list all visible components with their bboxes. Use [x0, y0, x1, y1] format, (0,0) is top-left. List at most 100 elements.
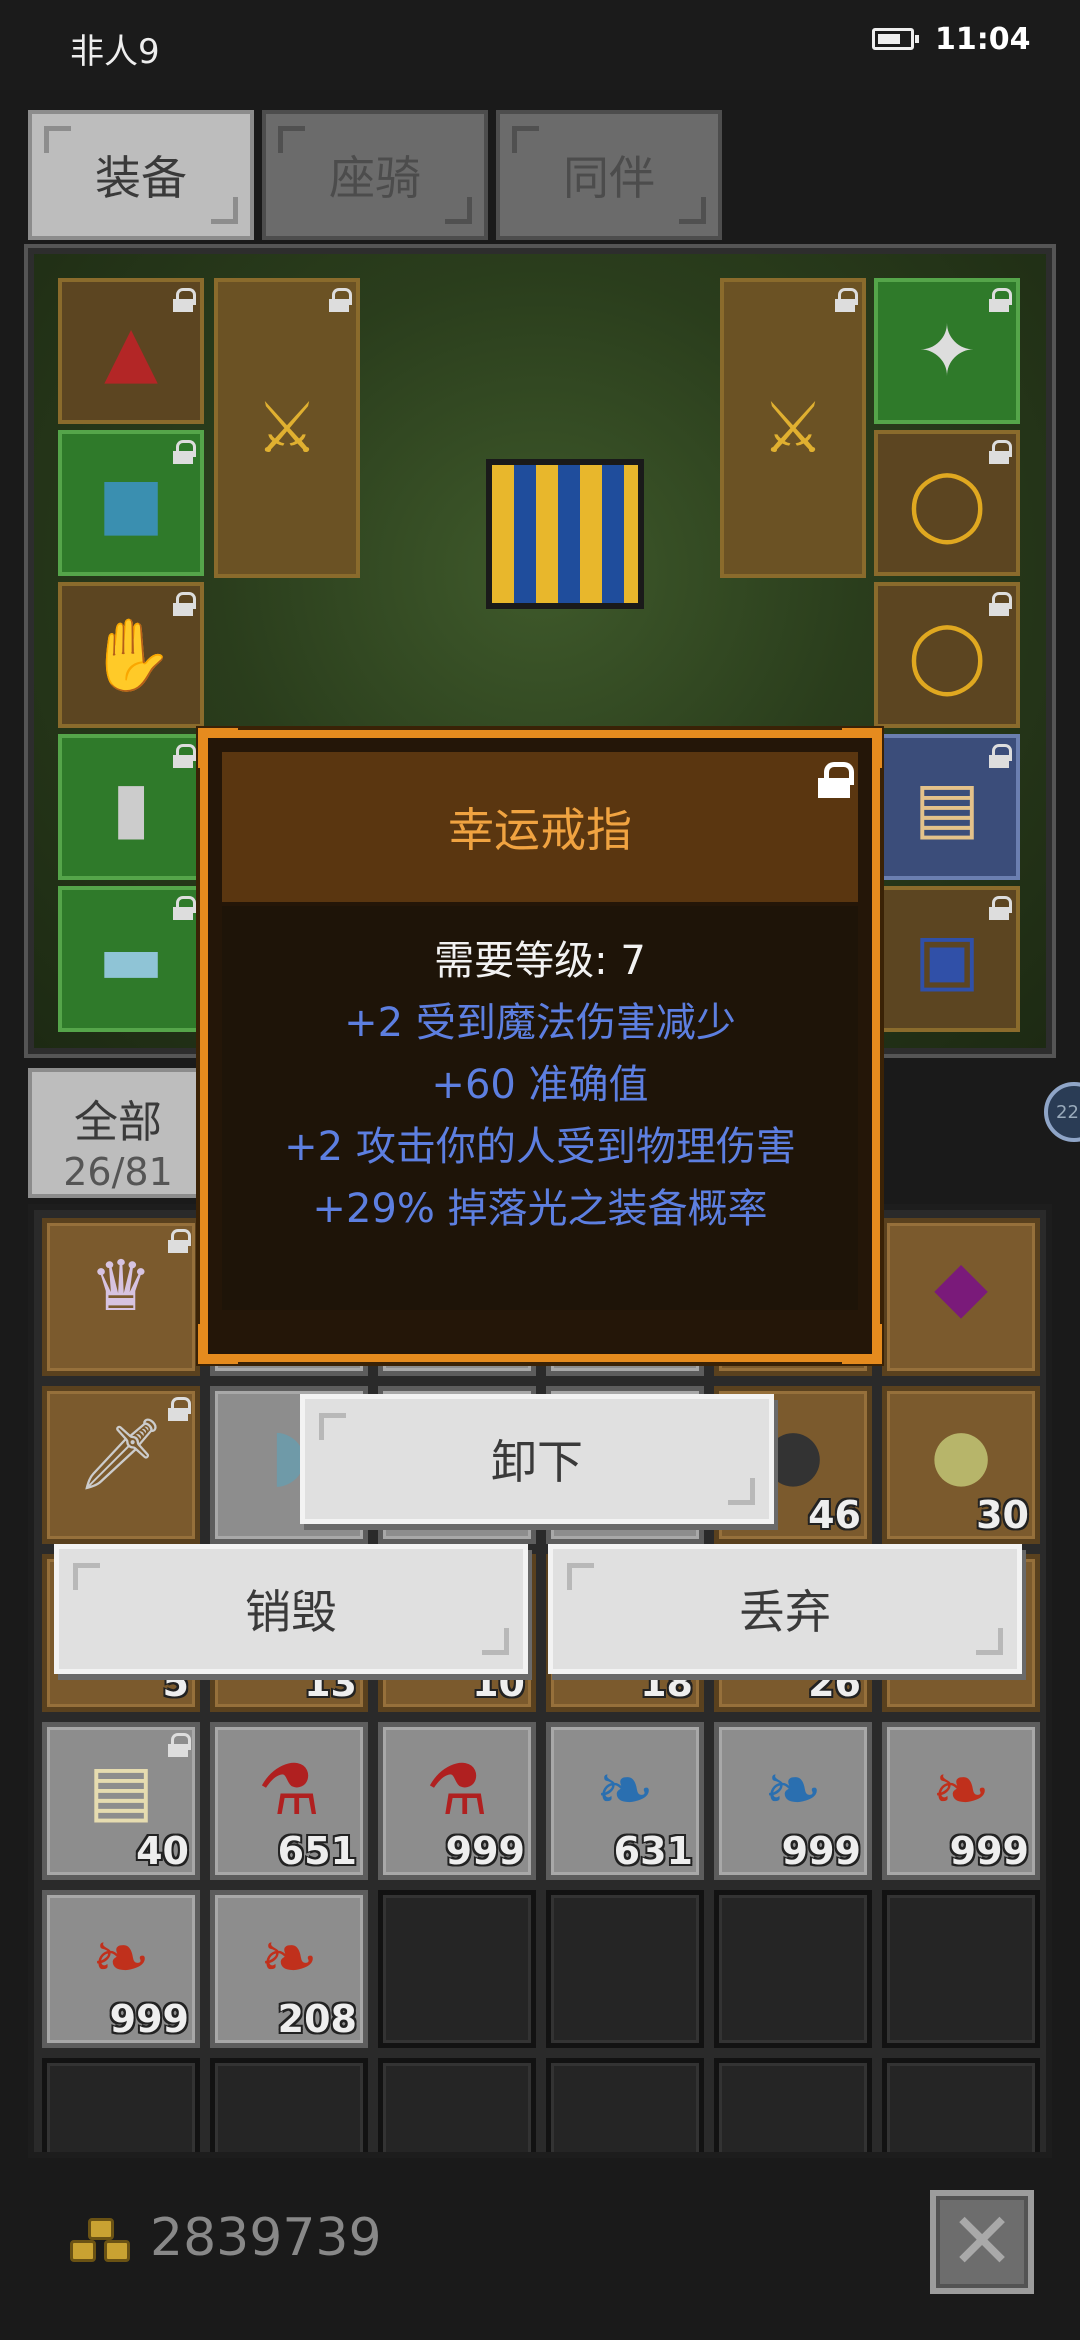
lock-icon: [172, 288, 196, 312]
glove-slot[interactable]: ✋: [58, 582, 204, 728]
inventory-slot-empty[interactable]: [882, 1890, 1040, 2048]
item-name: 幸运戒指: [448, 803, 632, 857]
gold-amount: 2839739: [150, 2208, 382, 2268]
sword-icon: ⚔: [761, 387, 825, 469]
tooltip-body: 需要等级: 7 +2 受到魔法伤害减少 +60 准确值 +2 攻击你的人受到物理…: [222, 906, 858, 1310]
glove-icon: ✋: [87, 614, 175, 696]
inventory-slot[interactable]: ▤ 40: [42, 1722, 200, 1880]
hat-icon: ▲: [104, 310, 158, 392]
inventory-slot-empty[interactable]: [546, 1890, 704, 2048]
lock-icon: [167, 1229, 191, 1253]
lock-icon: [172, 896, 196, 920]
item-tooltip: 幸运戒指 需要等级: 7 +2 受到魔法伤害减少 +60 准确值 +2 攻击你的…: [198, 728, 882, 1364]
scroll-slot[interactable]: ▤: [874, 734, 1020, 880]
weapon-slot-right[interactable]: ⚔: [720, 278, 866, 578]
discard-button[interactable]: 丢弃: [548, 1544, 1022, 1674]
tooltip-corner: [842, 1324, 882, 1364]
inventory-slot[interactable]: ◆: [882, 1218, 1040, 1376]
chest-icon: ▣: [913, 918, 981, 1000]
gold-coins-icon: [70, 2218, 134, 2268]
lock-icon: [988, 744, 1012, 768]
inventory-slot-empty[interactable]: [378, 1890, 536, 2048]
item-quantity: 46: [808, 1493, 861, 1537]
carrier-name: 非人9: [70, 32, 160, 72]
item-quantity: 631: [613, 1829, 693, 1873]
item-quantity: 999: [781, 1829, 861, 1873]
inventory-slot[interactable]: ❧ 999: [882, 1722, 1040, 1880]
amulet-icon: ✦: [917, 310, 977, 392]
ring-icon: ◯: [907, 614, 987, 696]
clock: 11:04: [935, 22, 1031, 57]
inventory-slot[interactable]: 🗡: [42, 1386, 200, 1544]
close-button[interactable]: ✕: [930, 2190, 1034, 2294]
tooltip-corner: [198, 1324, 238, 1364]
side-badge[interactable]: 22: [1044, 1082, 1080, 1142]
lock-icon: [172, 440, 196, 464]
ring-slot-1[interactable]: ◯: [874, 430, 1020, 576]
lock-icon: [328, 288, 352, 312]
battery-icon: [872, 28, 919, 50]
ring-slot-2[interactable]: ◯: [874, 582, 1020, 728]
belt-slot[interactable]: ▬: [58, 886, 204, 1032]
inventory-slot-empty[interactable]: [210, 2058, 368, 2152]
inventory-slot[interactable]: ❧ 631: [546, 1722, 704, 1880]
lock-icon[interactable]: [818, 762, 854, 798]
tab-mount[interactable]: 座骑: [262, 110, 488, 240]
lock-icon: [988, 896, 1012, 920]
inventory-slot[interactable]: ❧ 999: [42, 1890, 200, 2048]
inventory-slot[interactable]: ♛: [42, 1218, 200, 1376]
lock-icon: [834, 288, 858, 312]
inventory-slot-empty[interactable]: [378, 2058, 536, 2152]
chest-slot[interactable]: ▣: [874, 886, 1020, 1032]
armor-icon: ■: [97, 462, 165, 544]
item-quantity: 651: [277, 1829, 357, 1873]
lock-icon: [988, 592, 1012, 616]
inventory-slot[interactable]: ⚗ 651: [210, 1722, 368, 1880]
inventory-filter-tab[interactable]: 全部 26/81: [28, 1068, 208, 1198]
potion-icon: ⚗: [425, 1749, 489, 1831]
inventory-slot[interactable]: ● 30: [882, 1386, 1040, 1544]
ring-icon: ◯: [907, 462, 987, 544]
portrait-icon: ♛: [89, 1245, 153, 1327]
scroll-icon: ▤: [913, 766, 981, 848]
unequip-button[interactable]: 卸下: [300, 1394, 774, 1524]
armor-slot[interactable]: ■: [58, 430, 204, 576]
tab-equipment[interactable]: 装备: [28, 110, 254, 240]
hat-slot[interactable]: ▲: [58, 278, 204, 424]
weapon-slot-left[interactable]: ⚔: [214, 278, 360, 578]
tab-companion[interactable]: 同伴: [496, 110, 722, 240]
lock-icon: [172, 592, 196, 616]
inventory-count: 26/81: [63, 1150, 173, 1194]
item-quantity: 999: [109, 1997, 189, 2041]
lock-icon: [167, 1397, 191, 1421]
item-quantity: 40: [136, 1829, 189, 1873]
lock-icon: [172, 744, 196, 768]
inventory-slot-empty[interactable]: [714, 2058, 872, 2152]
blue-feather-icon: ❧: [595, 1749, 655, 1831]
item-stat: +2 受到魔法伤害减少: [344, 1000, 736, 1046]
inventory-slot[interactable]: ❧ 999: [714, 1722, 872, 1880]
blue-feather-icon: ❧: [763, 1749, 823, 1831]
scroll-icon: ▤: [87, 1749, 155, 1831]
item-stat: +2 攻击你的人受到物理伤害: [284, 1124, 796, 1170]
item-stat: +29% 掉落光之装备概率: [312, 1186, 768, 1232]
inventory-slot-empty[interactable]: [42, 2058, 200, 2152]
boots-slot[interactable]: ▮: [58, 734, 204, 880]
red-feather-icon: ❧: [91, 1917, 151, 1999]
bag-icon: ●: [930, 1413, 992, 1495]
destroy-button[interactable]: 销毁: [54, 1544, 528, 1674]
tooltip-header: 幸运戒指: [222, 752, 858, 902]
inventory-slot-empty[interactable]: [546, 2058, 704, 2152]
belt-icon: ▬: [97, 918, 165, 1000]
close-icon: ✕: [949, 2197, 1015, 2287]
inventory-slot[interactable]: ❧ 208: [210, 1890, 368, 2048]
level-requirement: 需要等级: 7: [434, 938, 646, 984]
item-quantity: 30: [976, 1493, 1029, 1537]
inventory-filter-label: 全部: [74, 1097, 162, 1148]
amulet-slot[interactable]: ✦: [874, 278, 1020, 424]
item-quantity: 999: [949, 1829, 1029, 1873]
inventory-slot[interactable]: ⚗ 999: [378, 1722, 536, 1880]
inventory-slot-empty[interactable]: [714, 1890, 872, 2048]
inventory-slot-empty[interactable]: [882, 2058, 1040, 2152]
sword-icon: ⚔: [255, 387, 319, 469]
